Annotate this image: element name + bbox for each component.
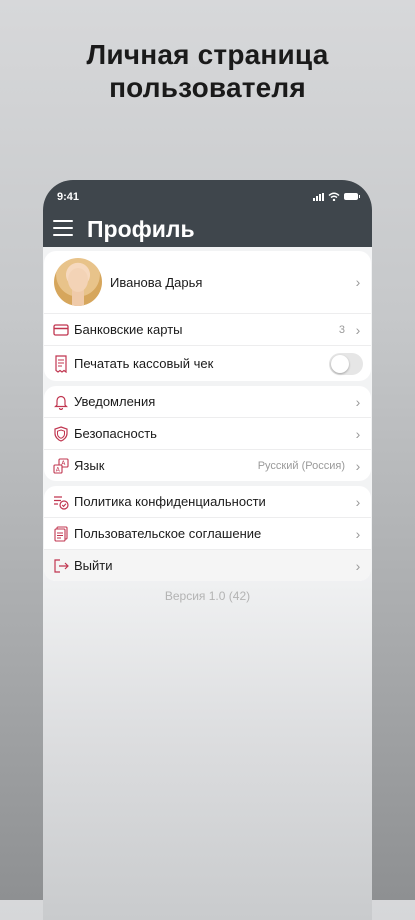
avatar — [54, 258, 102, 306]
notifications-row[interactable]: Уведомления › — [44, 386, 371, 418]
notifications-label: Уведомления — [74, 394, 156, 409]
user-agreement-row[interactable]: Пользовательское соглашение › — [44, 518, 371, 550]
chevron-right-icon: › — [355, 321, 361, 338]
wifi-icon — [328, 192, 340, 201]
print-receipt-toggle[interactable] — [329, 352, 363, 375]
security-label: Безопасность — [74, 426, 157, 441]
language-row[interactable]: AA Язык Русский (Россия) › — [44, 450, 371, 481]
privacy-policy-icon — [52, 493, 70, 511]
chevron-right-icon: › — [355, 425, 361, 442]
profile-name: Иванова Дарья — [110, 274, 203, 290]
settings-card: Уведомления › Безопасность › AA Язык Рус… — [44, 386, 371, 481]
logout-label: Выйти — [74, 558, 113, 573]
credit-card-icon — [52, 321, 70, 339]
print-receipt-label: Печатать кассовый чек — [74, 356, 214, 371]
signal-icon — [313, 192, 324, 201]
svg-text:A: A — [61, 460, 66, 467]
bank-cards-count: 3 — [338, 323, 345, 336]
chevron-right-icon: › — [355, 393, 361, 410]
promo-headline: Личная страница пользователя — [86, 39, 329, 103]
receipt-icon — [52, 354, 70, 373]
privacy-policy-row[interactable]: Политика конфиденциальности › — [44, 486, 371, 518]
chevron-right-icon: › — [355, 457, 361, 474]
status-time: 9:41 — [57, 191, 80, 203]
print-receipt-row: Печатать кассовый чек — [44, 346, 371, 381]
language-icon: AA — [52, 457, 70, 475]
shield-icon — [52, 425, 70, 443]
status-icons — [313, 192, 360, 201]
bell-icon — [52, 393, 70, 411]
chevron-right-icon: › — [355, 557, 361, 574]
user-agreement-label: Пользовательское соглашение — [74, 526, 262, 541]
bank-cards-row[interactable]: Банковские карты 3 › — [44, 314, 371, 346]
chevron-right-icon: › — [355, 525, 361, 542]
bank-cards-label: Банковские карты — [74, 322, 183, 337]
chevron-right-icon: › — [355, 274, 361, 290]
logout-icon — [52, 557, 70, 575]
privacy-policy-label: Политика конфиденциальности — [74, 494, 266, 509]
profile-card: Иванова Дарья › Банковские карты 3 › Печ… — [44, 251, 371, 381]
page-title: Профиль — [87, 216, 195, 242]
phone-screen: 9:41 Профиль Иванова Дарья › Банковские … — [43, 180, 372, 920]
logout-row[interactable]: Выйти › — [44, 550, 371, 581]
language-label: Язык — [74, 458, 105, 473]
hamburger-menu-icon[interactable] — [53, 220, 73, 236]
profile-row[interactable]: Иванова Дарья › — [44, 251, 371, 314]
legal-card: Политика конфиденциальности › Пользовате… — [44, 486, 371, 581]
battery-icon — [344, 193, 360, 200]
top-bar: 9:41 Профиль — [43, 180, 372, 247]
app-version: Версия 1.0 (42) — [164, 589, 251, 603]
security-row[interactable]: Безопасность › — [44, 418, 371, 450]
user-agreement-icon — [52, 525, 70, 543]
chevron-right-icon: › — [355, 493, 361, 510]
language-value: Русский (Россия) — [257, 459, 345, 472]
